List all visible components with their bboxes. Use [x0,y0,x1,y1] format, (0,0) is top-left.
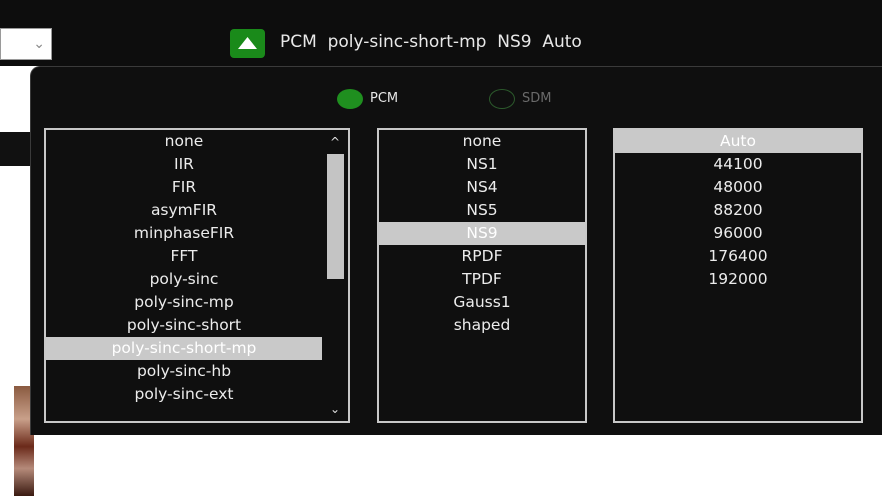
noise-shaping-list-item[interactable]: shaped [379,314,585,337]
sample-rate-items: Auto 44100 48000 88200 96000 176400 192000 [615,130,861,291]
noise-shaping-items: none NS1 NS4 NS5 NS9 RPDF TPDF Gauss1 shaped [379,130,585,337]
radio-selected-icon [337,89,363,109]
noise-shaping-list[interactable]: none NS1 NS4 NS5 NS9 RPDF TPDF Gauss1 shaped [377,128,587,423]
noise-shaping-list-item[interactable]: RPDF [379,245,585,268]
background-block [0,132,30,166]
sample-rate-list-item[interactable]: 192000 [615,268,861,291]
noise-shaping-list-item[interactable]: NS1 [379,153,585,176]
filter-list-item[interactable]: FIR [46,176,322,199]
filter-list-item[interactable]: minphaseFIR [46,222,322,245]
scrollbar-thumb[interactable] [327,154,344,279]
filter-list-item[interactable]: FFT [46,245,322,268]
status-summary: PCM poly-sinc-short-mp NS9 Auto [280,32,582,52]
noise-shaping-list-item[interactable]: NS4 [379,176,585,199]
radio-unselected-icon [489,89,515,109]
collapse-button[interactable] [230,29,265,58]
filter-list-item[interactable]: poly-sinc-short [46,314,322,337]
mode-sdm-label: SDM [522,91,552,106]
filter-list-item[interactable]: poly-sinc-short-mp [46,337,322,360]
filter-list-item[interactable]: poly-sinc-hb [46,360,322,383]
filter-list-item[interactable]: poly-sinc-mp [46,291,322,314]
filter-list-item[interactable]: IIR [46,153,322,176]
noise-shaping-list-item[interactable]: Gauss1 [379,291,585,314]
output-combo[interactable]: ⌄ [0,28,52,60]
sample-rate-list-item[interactable]: 176400 [615,245,861,268]
sample-rate-list-item[interactable]: 48000 [615,176,861,199]
sample-rate-list-item[interactable]: Auto [615,130,861,153]
mode-pcm-radio[interactable]: PCM [337,89,398,109]
filter-scrollbar[interactable]: ^ ⌄ [322,130,348,421]
settings-panel: PCM SDM none IIR FIR asymFIR minphaseFIR FFT p… [30,66,882,435]
filter-list-item[interactable]: none [46,130,322,153]
filter-list-item[interactable]: poly-sinc [46,268,322,291]
noise-shaping-list-item[interactable]: TPDF [379,268,585,291]
filter-list-item[interactable]: asymFIR [46,199,322,222]
chevron-down-icon[interactable]: ⌄ [33,35,45,53]
noise-shaping-list-item[interactable]: none [379,130,585,153]
sample-rate-list-item[interactable]: 88200 [615,199,861,222]
filter-items: none IIR FIR asymFIR minphaseFIR FFT poly-sinc… [46,130,322,406]
sample-rate-list-item[interactable]: 96000 [615,222,861,245]
chevron-down-icon[interactable]: ⌄ [322,399,348,419]
chevron-up-icon [238,37,257,49]
mode-pcm-label: PCM [370,91,399,106]
sample-rate-list[interactable]: Auto 44100 48000 88200 96000 176400 192000 [613,128,863,423]
chevron-up-icon[interactable]: ^ [322,132,348,152]
noise-shaping-list-item[interactable]: NS5 [379,199,585,222]
sample-rate-list-item[interactable]: 44100 [615,153,861,176]
filter-list-item[interactable]: poly-sinc-ext [46,383,322,406]
filter-list[interactable]: none IIR FIR asymFIR minphaseFIR FFT poly-sinc… [44,128,350,423]
mode-sdm-radio[interactable]: SDM [489,89,551,109]
noise-shaping-list-item[interactable]: NS9 [379,222,585,245]
